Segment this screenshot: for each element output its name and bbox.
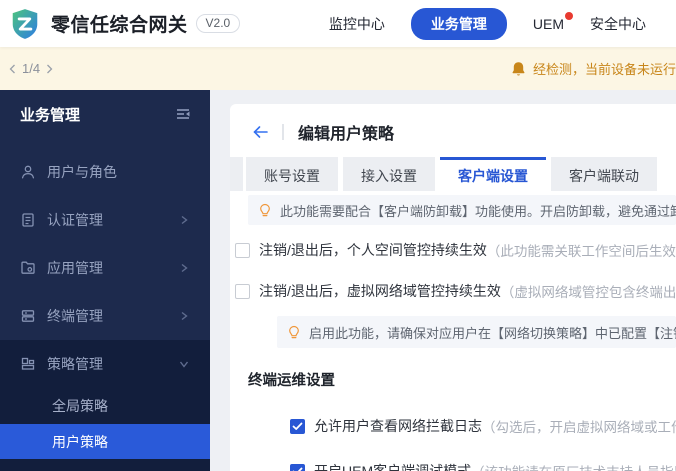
tab-client-settings[interactable]: 客户端设置 <box>440 157 546 191</box>
page-title: 编辑用户策略 <box>298 120 394 144</box>
sidebar-item-app-management[interactable]: 应用管理 <box>0 244 210 292</box>
page-header: 编辑用户策略 <box>230 104 676 144</box>
checkbox-hint: （该功能请在原厂技术支持人员指导下开启 <box>471 461 676 471</box>
tip-banner-network-switch: 启用此功能，请确保对应用户在【网络切换策略】中已配置【注销生 <box>277 316 676 348</box>
sidebar-item-users-roles[interactable]: 用户与角色 <box>0 148 210 196</box>
checkbox-intercept-logs[interactable] <box>290 419 305 434</box>
checkbox-virtual-network[interactable] <box>235 284 250 299</box>
checkbox-label: 注销/退出后，虚拟网络域管控持续生效 <box>259 281 501 301</box>
sidebar-menu: 用户与角色 认证管理 应用管理 <box>0 148 210 471</box>
sidebar-group-filler <box>0 459 210 471</box>
chevron-right-icon <box>178 262 190 274</box>
back-arrow-icon[interactable] <box>252 125 269 139</box>
sidebar-subitem-global-policy[interactable]: 全局策略 <box>0 388 210 424</box>
checkbox-row-intercept-logs: 允许用户查看网络拦截日志 （勾选后，开启虚拟网络域或工作空间的用 <box>290 416 676 436</box>
chevron-down-icon <box>178 358 190 370</box>
bell-icon <box>511 61 526 77</box>
lightbulb-icon <box>287 325 301 340</box>
app-window: 零信任综合网关 V2.0 监控中心 业务管理 UEM 安全中心 1/4 <box>0 0 676 471</box>
tab-access-settings[interactable]: 接入设置 <box>343 157 435 191</box>
section-title-terminal-ops: 终端运维设置 <box>248 369 676 390</box>
notice-pager: 1/4 <box>8 61 54 76</box>
checkbox-hint: （勾选后，开启虚拟网络域或工作空间的用 <box>482 416 676 436</box>
pager-next-button[interactable] <box>45 63 54 75</box>
app-title: 零信任综合网关 <box>51 10 188 37</box>
sidebar: 业务管理 用户与角色 认证管理 <box>0 90 210 471</box>
sidebar-header: 业务管理 <box>0 90 210 138</box>
pager-prev-button[interactable] <box>8 63 17 75</box>
checkbox-personal-space[interactable] <box>235 243 250 258</box>
checkbox-label: 开启UEM客户端调试模式 <box>314 461 471 471</box>
checkbox-label: 注销/退出后，个人空间管控持续生效 <box>259 240 487 260</box>
app-logo-shield-icon <box>9 8 41 40</box>
sidebar-collapse-icon[interactable] <box>174 106 192 122</box>
notice-bar: 1/4 经检测，当前设备未运行 <box>0 47 676 90</box>
chevron-right-icon <box>178 214 190 226</box>
sidebar-group-policy-management: 策略管理 全局策略 用户策略 <box>0 340 210 471</box>
checkbox-hint: （虚拟网络域管控包含终端出站规 <box>501 281 676 301</box>
nav-item-security-center[interactable]: 安全中心 <box>590 14 646 34</box>
sidebar-item-label: 应用管理 <box>47 258 178 278</box>
tip-banner-uninstall: 此功能需要配合【客户端防卸载】功能使用。开启防卸载，避免通过卸载 <box>248 195 676 225</box>
checkbox-row-uem-debug: 开启UEM客户端调试模式 （该功能请在原厂技术支持人员指导下开启 <box>290 461 676 471</box>
sidebar-item-policy-management[interactable]: 策略管理 <box>0 340 210 388</box>
tab-bar: 账号设置 接入设置 客户端设置 客户端联动 <box>230 157 676 191</box>
sidebar-subitem-user-policy[interactable]: 用户策略 <box>0 424 210 459</box>
nav-item-uem-label: UEM <box>533 16 564 32</box>
checkbox-uem-debug[interactable] <box>290 464 305 471</box>
notice-message: 经检测，当前设备未运行 <box>533 59 676 78</box>
sidebar-title: 业务管理 <box>20 104 174 125</box>
checkbox-label: 允许用户查看网络拦截日志 <box>314 416 482 436</box>
checkbox-row-personal-space: 注销/退出后，个人空间管控持续生效 （此功能需关联工作空间后生效，仅 <box>235 240 676 260</box>
notice-message-area[interactable]: 经检测，当前设备未运行 <box>511 59 676 78</box>
folder-gear-icon <box>20 260 36 276</box>
user-icon <box>20 164 36 180</box>
nav-item-uem[interactable]: UEM <box>533 16 564 32</box>
checkbox-row-virtual-network: 注销/退出后，虚拟网络域管控持续生效 （虚拟网络域管控包含终端出站规 <box>235 281 676 301</box>
top-navigation: 监控中心 业务管理 UEM 安全中心 <box>329 8 646 40</box>
sidebar-item-label: 认证管理 <box>47 210 178 230</box>
tab-account-settings[interactable]: 账号设置 <box>246 157 338 191</box>
tab-client-linkage[interactable]: 客户端联动 <box>551 157 657 191</box>
top-header: 零信任综合网关 V2.0 监控中心 业务管理 UEM 安全中心 <box>0 0 676 47</box>
sidebar-item-label: 终端管理 <box>47 306 178 326</box>
nav-item-business-management[interactable]: 业务管理 <box>411 8 507 40</box>
nav-item-monitor-center[interactable]: 监控中心 <box>329 14 385 34</box>
sidebar-item-label: 策略管理 <box>47 354 178 374</box>
header-divider <box>282 124 284 140</box>
tab-bar-left-stub <box>230 157 243 191</box>
notification-red-dot <box>565 12 573 20</box>
certificate-icon <box>20 212 36 228</box>
server-icon <box>20 308 36 324</box>
pager-count: 1/4 <box>22 61 40 76</box>
tip-text: 启用此功能，请确保对应用户在【网络切换策略】中已配置【注销生 <box>309 323 676 342</box>
lightbulb-icon <box>258 203 272 218</box>
checkbox-hint: （此功能需关联工作空间后生效，仅 <box>487 240 676 260</box>
sidebar-item-terminal-management[interactable]: 终端管理 <box>0 292 210 340</box>
version-badge: V2.0 <box>196 14 241 33</box>
tab-content: 此功能需要配合【客户端防卸载】功能使用。开启防卸载，避免通过卸载 注销/退出后，… <box>230 191 676 471</box>
sidebar-item-auth-management[interactable]: 认证管理 <box>0 196 210 244</box>
chevron-right-icon <box>178 310 190 322</box>
layout-blocks-icon <box>20 356 36 372</box>
main-content-card: 编辑用户策略 账号设置 接入设置 客户端设置 客户端联动 此功能需要配合【客户端… <box>230 104 676 471</box>
tip-text: 此功能需要配合【客户端防卸载】功能使用。开启防卸载，避免通过卸载 <box>280 201 676 220</box>
sidebar-item-label: 用户与角色 <box>47 162 190 182</box>
